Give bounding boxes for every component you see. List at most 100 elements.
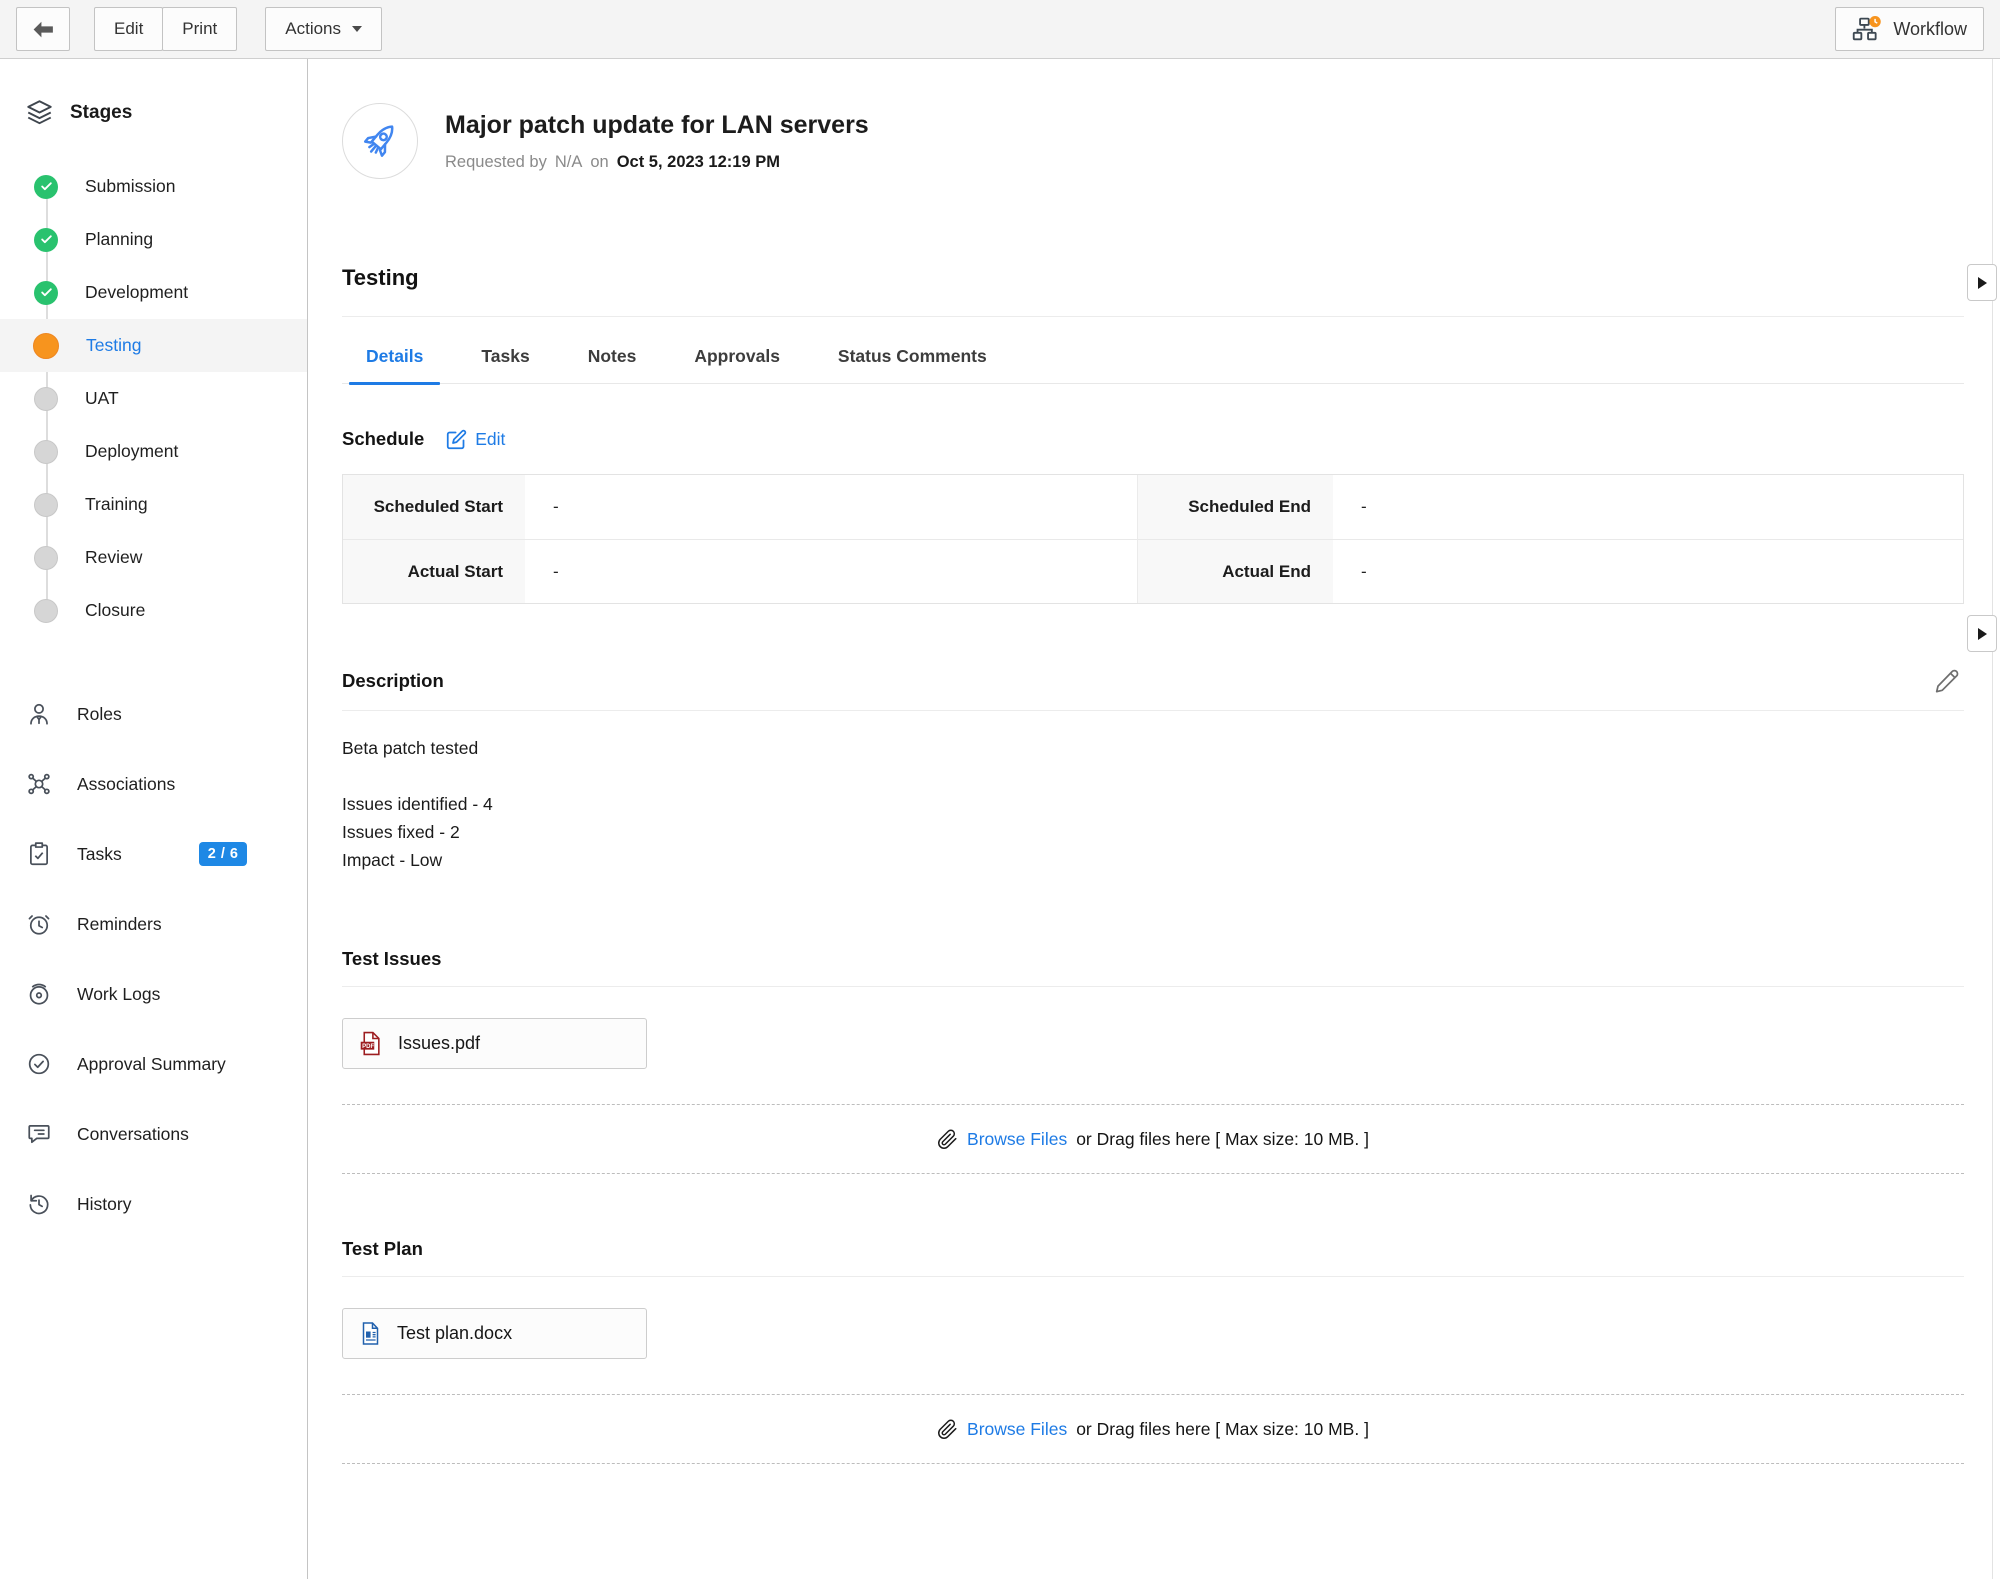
stage-list: Submission Planning Development Tes: [0, 160, 307, 637]
schedule-title: Schedule: [342, 428, 424, 450]
chat-bubble-icon: [25, 1121, 52, 1147]
stage-item-testing[interactable]: Testing: [0, 319, 307, 372]
chevron-right-icon: [1978, 628, 1987, 640]
expand-panel-button-bottom[interactable]: [1967, 615, 1997, 652]
stages-title: Stages: [70, 102, 132, 124]
sidebar-nav: Roles Associations: [0, 679, 307, 1239]
tasks-count-badge: 2 / 6: [199, 842, 248, 866]
tab-status-comments[interactable]: Status Comments: [821, 346, 1004, 383]
tab-approvals[interactable]: Approvals: [677, 346, 797, 383]
sidebar-item-roles[interactable]: Roles: [0, 679, 307, 749]
stage-item-submission[interactable]: Submission: [0, 160, 307, 213]
stage-label: Deployment: [85, 441, 178, 462]
page-subtitle: Requested by N/A on Oct 5, 2023 12:19 PM: [445, 153, 869, 172]
schedule-table: Scheduled Start - Scheduled End - Actual…: [342, 474, 1964, 604]
svg-text:PDF: PDF: [362, 1044, 374, 1050]
stage-label: Closure: [85, 600, 145, 621]
chevron-down-icon: [352, 26, 362, 32]
browse-files-link[interactable]: Browse Files: [967, 1129, 1067, 1150]
alarm-clock-icon: [25, 911, 52, 937]
tab-tasks[interactable]: Tasks: [464, 346, 546, 383]
description-body: Beta patch tested Issues identified - 4 …: [342, 711, 1964, 874]
attachment-issues-pdf[interactable]: PDF Issues.pdf: [342, 1018, 647, 1069]
layers-icon: [26, 99, 53, 126]
test-plan-dropzone[interactable]: Browse Files or Drag files here [ Max si…: [342, 1394, 1964, 1464]
stage-item-development[interactable]: Development: [0, 266, 307, 319]
test-issues-dropzone[interactable]: Browse Files or Drag files here [ Max si…: [342, 1104, 1964, 1174]
stage-panel-title: Testing: [342, 265, 1964, 291]
schedule-field-value: -: [525, 475, 1137, 539]
schedule-field-label: Scheduled Start: [343, 475, 525, 539]
stage-label: UAT: [85, 388, 119, 409]
stage-item-training[interactable]: Training: [0, 478, 307, 531]
expand-panel-button-top[interactable]: [1967, 264, 1997, 301]
stage-label: Review: [85, 547, 142, 568]
actions-button[interactable]: Actions: [265, 7, 382, 51]
stage-pending-icon: [34, 440, 58, 464]
description-edit-button[interactable]: [1934, 668, 1960, 694]
stage-completed-icon: [34, 228, 58, 252]
stage-pending-icon: [34, 387, 58, 411]
doc-file-icon: [358, 1320, 382, 1347]
chevron-right-icon: [1978, 277, 1987, 289]
tab-notes[interactable]: Notes: [571, 346, 654, 383]
pdf-file-icon: PDF: [358, 1030, 383, 1057]
stage-label: Submission: [85, 176, 175, 197]
stage-item-planning[interactable]: Planning: [0, 213, 307, 266]
sidebar-item-reminders[interactable]: Reminders: [0, 889, 307, 959]
description-section: Description Beta patch tested Issues ide…: [342, 668, 1964, 874]
stages-header: Stages: [0, 99, 307, 126]
workflow-icon: [1852, 15, 1882, 43]
sidebar-item-history[interactable]: History: [0, 1169, 307, 1239]
sidebar-item-approval-summary[interactable]: Approval Summary: [0, 1029, 307, 1099]
attachment-test-plan-docx[interactable]: Test plan.docx: [342, 1308, 647, 1359]
page-header-text: Major patch update for LAN servers Reque…: [445, 111, 869, 172]
description-title: Description: [342, 670, 444, 692]
sidebar-item-tasks[interactable]: Tasks 2 / 6: [0, 819, 307, 889]
stage-completed-icon: [34, 175, 58, 199]
schedule-edit-label: Edit: [475, 429, 505, 450]
back-arrow-icon: [31, 17, 56, 42]
description-line: Issues fixed - 2: [342, 818, 1964, 846]
sidebar-item-label: Associations: [77, 774, 175, 795]
workflow-button[interactable]: Workflow: [1835, 7, 1984, 51]
divider: [342, 316, 1964, 317]
stage-pending-icon: [34, 546, 58, 570]
page-title: Major patch update for LAN servers: [445, 111, 869, 140]
sidebar: Stages Submission Planning: [0, 59, 308, 1579]
test-plan-title: Test Plan: [342, 1238, 423, 1259]
print-button[interactable]: Print: [162, 7, 237, 51]
sidebar-item-conversations[interactable]: Conversations: [0, 1099, 307, 1169]
actions-button-label: Actions: [285, 19, 341, 39]
schedule-edit-link[interactable]: Edit: [446, 429, 505, 450]
requested-by-label: Requested by: [445, 153, 547, 172]
tab-details[interactable]: Details: [349, 346, 440, 383]
stage-pending-icon: [34, 493, 58, 517]
paperclip-icon: [937, 1419, 958, 1440]
sidebar-item-associations[interactable]: Associations: [0, 749, 307, 819]
stage-active-icon: [33, 333, 59, 359]
tasks-icon: [25, 841, 52, 867]
stage-item-review[interactable]: Review: [0, 531, 307, 584]
edit-print-group: Edit Print: [94, 7, 237, 51]
schedule-header: Schedule Edit: [342, 428, 1964, 450]
timer-icon: [25, 981, 52, 1007]
approval-check-icon: [25, 1051, 52, 1077]
divider: [342, 1276, 1964, 1277]
rocket-icon: [357, 118, 403, 164]
stage-pending-icon: [34, 599, 58, 623]
browse-files-link[interactable]: Browse Files: [967, 1419, 1067, 1440]
release-avatar: [342, 103, 418, 179]
stage-item-uat[interactable]: UAT: [0, 372, 307, 425]
sidebar-item-label: Work Logs: [77, 984, 160, 1005]
stage-item-deployment[interactable]: Deployment: [0, 425, 307, 478]
back-button[interactable]: [16, 7, 70, 51]
paperclip-icon: [937, 1129, 958, 1150]
description-paragraph: Beta patch tested: [342, 734, 1964, 762]
stage-item-closure[interactable]: Closure: [0, 584, 307, 637]
edit-button[interactable]: Edit: [94, 7, 163, 51]
attachment-name: Issues.pdf: [398, 1033, 480, 1054]
test-plan-section: Test Plan Test plan.docx: [342, 1238, 1964, 1359]
sidebar-item-work-logs[interactable]: Work Logs: [0, 959, 307, 1029]
toolbar: Edit Print Actions Workflow: [0, 0, 2000, 59]
